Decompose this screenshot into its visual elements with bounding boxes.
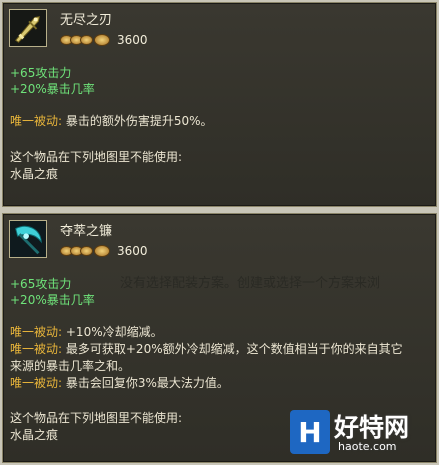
passive-text: +10%冷却缩减。 — [65, 325, 163, 339]
passive-line: 唯一被动: +10%冷却缩减。 — [10, 324, 430, 341]
haote-logo-icon: H — [290, 410, 330, 454]
map-restriction-title: 这个物品在下列地图里不能使用: — [10, 150, 183, 164]
passive-label: 唯一被动: — [10, 376, 63, 390]
stat-crit-chance: +20%暴击几率 — [10, 82, 95, 96]
stat-crit-chance: +20%暴击几率 — [10, 293, 95, 307]
map-restriction-value: 水晶之痕 — [10, 167, 59, 181]
passive-line: 唯一被动: 最多可获取+20%额外冷却缩减，这个数值相当于你的来自其它 — [10, 341, 430, 358]
watermark: H 好特网 haote.com — [290, 408, 439, 465]
gold-coins-icon — [60, 245, 110, 257]
item-cost: 3600 — [60, 33, 148, 47]
item-cost: 3600 — [60, 244, 148, 258]
item-name: 夺萃之镰 — [60, 224, 113, 239]
passive-label: 唯一被动: — [10, 114, 63, 128]
infinity-edge-sword-icon — [9, 9, 47, 47]
watermark-url: haote.com — [338, 440, 397, 453]
passive-text: 暴击的额外伤害提升50%。 — [65, 114, 213, 128]
passive-label: 唯一被动: — [10, 342, 63, 356]
item-cost-value: 3600 — [117, 244, 148, 258]
passive-text: 暴击会回复你3%最大法力值。 — [65, 376, 229, 390]
item-name: 无尽之刃 — [60, 13, 113, 28]
passive-text: 来源的暴击几率之和。 — [10, 359, 131, 373]
passive-text: 最多可获取+20%额外冷却缩减，这个数值相当于你的来自其它 — [65, 342, 403, 356]
stat-attack-damage: +65攻击力 — [10, 277, 72, 291]
item-tooltip-infinity-edge: 无尽之刃 3600 +65攻击力 +20%暴击几率 唯一被动: 暴击的额外伤害提… — [2, 2, 437, 207]
gold-coins-icon — [60, 34, 110, 46]
item-cost-value: 3600 — [117, 33, 148, 47]
passive-line-continuation: 来源的暴击几率之和。 — [10, 358, 430, 375]
passive-line: 唯一被动: 暴击的额外伤害提升50%。 — [10, 113, 430, 130]
essence-reaver-scythe-icon — [9, 220, 47, 258]
no-build-message: 没有选择配装方案。创建或选择一个方案来浏 — [120, 276, 381, 291]
stat-attack-damage: +65攻击力 — [10, 66, 72, 80]
watermark-name: 好特网 — [334, 413, 410, 442]
passive-label: 唯一被动: — [10, 325, 63, 339]
passive-line: 唯一被动: 暴击会回复你3%最大法力值。 — [10, 375, 430, 392]
